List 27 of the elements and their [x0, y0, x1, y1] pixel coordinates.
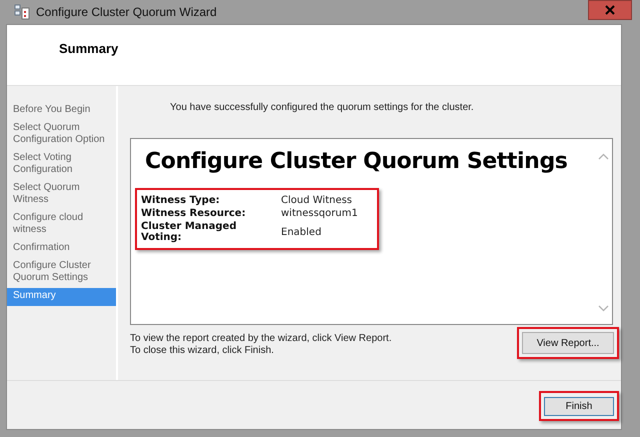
field-label: Witness Type:	[141, 195, 221, 206]
field-label: Witness Resource:	[141, 208, 247, 219]
field-value: witnessqorum1	[281, 208, 359, 219]
close-icon	[605, 5, 615, 15]
finish-button[interactable]: Finish	[544, 397, 614, 416]
window-title: Configure Cluster Quorum Wizard	[36, 5, 217, 19]
step-item[interactable]: Select Quorum Witness	[7, 180, 116, 210]
step-item[interactable]: Confirmation	[7, 240, 116, 258]
view-report-button[interactable]: View Report...	[522, 332, 614, 354]
field-value: Cloud Witness	[281, 195, 354, 206]
step-item[interactable]: Configure cloud witness	[7, 210, 116, 240]
step-item[interactable]: Select Quorum Configuration Option	[7, 120, 116, 150]
report-title: Configure Cluster Quorum Settings	[145, 149, 568, 174]
step-item[interactable]: Select Voting Configuration	[7, 150, 116, 180]
close-button[interactable]	[588, 0, 632, 20]
success-message: You have successfully configured the quorum settings for the cluster.	[170, 102, 475, 115]
scroll-up-icon[interactable]	[598, 153, 609, 160]
cluster-app-icon	[14, 4, 30, 20]
page-title: Summary	[59, 40, 118, 56]
field-value: Enabled	[281, 226, 322, 238]
scroll-down-icon[interactable]	[598, 305, 609, 312]
instruction-text: To close this wizard, click Finish.	[130, 345, 275, 357]
step-item[interactable]: Configure Cluster Quorum Settings	[7, 258, 116, 288]
step-item[interactable]: Before You Begin	[7, 102, 116, 120]
field-label: Cluster Managed Voting:	[141, 221, 238, 243]
instruction-text: To view the report created by the wizard, click View Report.	[130, 333, 392, 345]
step-item[interactable]: Summary	[7, 288, 116, 306]
